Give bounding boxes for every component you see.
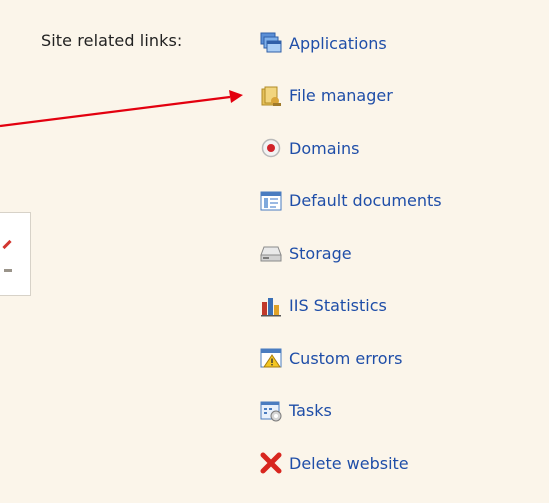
link-iis-statistics-label[interactable]: IIS Statistics — [289, 296, 387, 315]
side-card-red-mark — [2, 239, 12, 250]
delete-website-icon — [259, 451, 283, 475]
file-manager-icon — [259, 84, 283, 108]
link-file-manager-label[interactable]: File manager — [289, 86, 393, 105]
link-tasks[interactable]: Tasks — [259, 398, 442, 424]
link-tasks-label[interactable]: Tasks — [289, 401, 332, 420]
link-default-documents-label[interactable]: Default documents — [289, 191, 442, 210]
link-applications-label[interactable]: Applications — [289, 34, 387, 53]
link-applications[interactable]: Applications — [259, 30, 442, 56]
applications-icon — [259, 31, 283, 55]
link-domains-label[interactable]: Domains — [289, 139, 359, 158]
iis-statistics-icon — [259, 294, 283, 318]
custom-errors-icon — [259, 346, 283, 370]
site-links-panel: Site related links: Applications File ma… — [0, 0, 549, 489]
site-links-list: Applications File manager Domains Defaul… — [259, 30, 442, 503]
link-default-documents[interactable]: Default documents — [259, 188, 442, 214]
link-custom-errors-label[interactable]: Custom errors — [289, 349, 402, 368]
link-file-manager[interactable]: File manager — [259, 83, 442, 109]
site-related-links-heading: Site related links: — [41, 31, 183, 50]
link-custom-errors[interactable]: Custom errors — [259, 345, 442, 371]
side-card-fragment — [0, 212, 31, 296]
storage-icon — [259, 241, 283, 265]
link-delete-website-label[interactable]: Delete website — [289, 454, 409, 473]
default-documents-icon — [259, 189, 283, 213]
link-delete-website[interactable]: Delete website — [259, 450, 442, 476]
link-iis-statistics[interactable]: IIS Statistics — [259, 293, 442, 319]
link-storage[interactable]: Storage — [259, 240, 442, 266]
link-storage-label[interactable]: Storage — [289, 244, 352, 263]
tasks-icon — [259, 399, 283, 423]
domains-icon — [259, 136, 283, 160]
link-domains[interactable]: Domains — [259, 135, 442, 161]
side-card-gray-mark — [4, 269, 12, 272]
